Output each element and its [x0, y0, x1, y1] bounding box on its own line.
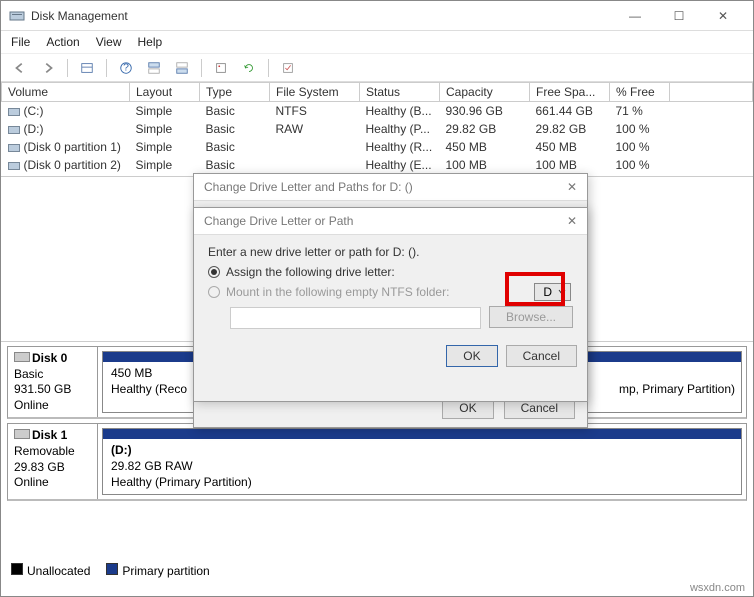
ok-button[interactable]: OK: [446, 345, 497, 367]
toolbar-separator: [67, 59, 68, 77]
highlight-annotation: [505, 272, 565, 306]
app-icon: [9, 8, 25, 24]
col-type[interactable]: Type: [200, 83, 270, 102]
title-bar: Disk Management — ☐ ✕: [1, 1, 753, 31]
view-top-button[interactable]: [143, 57, 165, 79]
volume-icon: [8, 108, 20, 116]
radio-assign-letter[interactable]: [208, 266, 220, 278]
col-status[interactable]: Status: [360, 83, 440, 102]
menu-action[interactable]: Action: [46, 35, 79, 49]
swatch-primary: [106, 563, 118, 575]
toolbar: ?: [1, 54, 753, 82]
swatch-unallocated: [11, 563, 23, 575]
toolbar-separator: [201, 59, 202, 77]
window-title: Disk Management: [31, 9, 613, 23]
radio-mount-folder[interactable]: [208, 286, 220, 298]
menu-file[interactable]: File: [11, 35, 30, 49]
disk-icon: [14, 352, 30, 362]
dialog-title: Change Drive Letter or Path: [204, 214, 567, 228]
col-layout[interactable]: Layout: [130, 83, 200, 102]
mount-folder-label: Mount in the following empty NTFS folder…: [226, 285, 449, 299]
help-button[interactable]: ?: [115, 57, 137, 79]
refresh-button[interactable]: [238, 57, 260, 79]
dialog-title: Change Drive Letter and Paths for D: (): [204, 180, 567, 194]
cancel-button[interactable]: Cancel: [506, 345, 577, 367]
toolbar-separator: [268, 59, 269, 77]
table-row[interactable]: (Disk 0 partition 2)SimpleBasicHealthy (…: [2, 156, 753, 174]
col-volume[interactable]: Volume: [2, 83, 130, 102]
close-button[interactable]: ✕: [701, 1, 745, 31]
minimize-button[interactable]: —: [613, 1, 657, 31]
table-row[interactable]: (C:)SimpleBasicNTFSHealthy (B...930.96 G…: [2, 102, 753, 121]
maximize-button[interactable]: ☐: [657, 1, 701, 31]
close-icon[interactable]: ✕: [567, 214, 577, 228]
svg-text:?: ?: [123, 61, 129, 73]
forward-button[interactable]: [37, 57, 59, 79]
col-capacity[interactable]: Capacity: [440, 83, 530, 102]
browse-button: Browse...: [489, 306, 573, 328]
legend: Unallocated Primary partition: [11, 563, 210, 578]
properties-button[interactable]: [210, 57, 232, 79]
volume-icon: [8, 144, 20, 152]
disk-row[interactable]: Disk 1 Removable 29.83 GB Online (D:) 29…: [7, 423, 747, 501]
table-row[interactable]: (Disk 0 partition 1)SimpleBasicHealthy (…: [2, 138, 753, 156]
disk-label: Disk 1 Removable 29.83 GB Online: [8, 424, 98, 499]
volume-list[interactable]: Volume Layout Type File System Status Ca…: [1, 82, 753, 177]
view-list-button[interactable]: [76, 57, 98, 79]
col-pct[interactable]: % Free: [610, 83, 670, 102]
watermark: wsxdn.com: [690, 582, 745, 594]
menu-bar: File Action View Help: [1, 31, 753, 54]
volume-icon: [8, 162, 20, 170]
folder-path-input: [230, 307, 481, 329]
partition[interactable]: (D:) 29.82 GB RAW Healthy (Primary Parti…: [102, 428, 742, 495]
dialog-prompt: Enter a new drive letter or path for D: …: [208, 245, 573, 259]
col-fs[interactable]: File System: [270, 83, 360, 102]
table-row[interactable]: (D:)SimpleBasicRAWHealthy (P...29.82 GB2…: [2, 120, 753, 138]
disk-icon: [14, 429, 30, 439]
col-free[interactable]: Free Spa...: [530, 83, 610, 102]
menu-view[interactable]: View: [96, 35, 122, 49]
volume-icon: [8, 126, 20, 134]
menu-help[interactable]: Help: [138, 35, 163, 49]
assign-letter-label: Assign the following drive letter:: [226, 265, 395, 279]
disk-label: Disk 0 Basic 931.50 GB Online: [8, 347, 98, 417]
toolbar-separator: [106, 59, 107, 77]
view-bottom-button[interactable]: [171, 57, 193, 79]
back-button[interactable]: [9, 57, 31, 79]
close-icon[interactable]: ✕: [567, 180, 577, 194]
settings-button[interactable]: [277, 57, 299, 79]
